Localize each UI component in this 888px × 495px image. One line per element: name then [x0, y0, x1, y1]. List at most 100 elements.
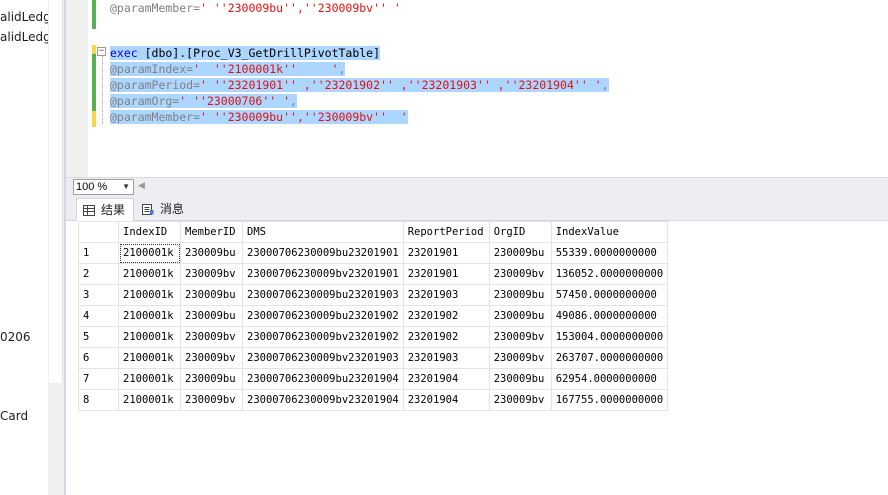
code-line[interactable]: @paramMember=' ''230009bu'',''230009bv''… [110, 0, 401, 16]
grid-cell[interactable]: 230009bu [180, 242, 243, 264]
grid-cell[interactable]: 23000706230009bu23201904 [242, 368, 404, 390]
object-explorer-scroll-thumb[interactable] [49, 0, 63, 383]
grid-cell[interactable]: 2100001k [118, 347, 181, 369]
grid-cell[interactable]: 55339.0000000000 [550, 242, 669, 264]
grid-cell[interactable]: 2100001k [118, 242, 181, 264]
object-explorer-item[interactable]: alidLedg [0, 10, 48, 24]
code-token: , [338, 62, 346, 76]
code-line[interactable]: exec [dbo].[Proc_V3_GetDrillPivotTable] [110, 45, 381, 61]
grid-cell[interactable]: 263707.0000000000 [550, 347, 669, 369]
grid-cell[interactable]: 230009bv [488, 263, 552, 285]
editor-status-bar: 100 % ▼ ◀ [66, 177, 888, 195]
results-tabs: 结果 消息 [66, 195, 888, 221]
grid-cell[interactable]: 2100001k [118, 389, 181, 411]
grid-cell[interactable]: 230009bv [488, 347, 552, 369]
row-number[interactable]: 2 [78, 263, 119, 285]
table-row[interactable]: 5 2100001k 230009bv 23000706230009bv2320190… [78, 326, 669, 348]
collapse-outline-icon[interactable]: − [97, 47, 106, 56]
grid-cell[interactable]: 62954.0000000000 [550, 368, 669, 390]
scroll-left-icon[interactable]: ◀ [138, 180, 145, 191]
editor-gutter [66, 0, 88, 177]
grid-cell[interactable]: 2100001k [118, 284, 181, 306]
table-row[interactable]: 7 2100001k 230009bu 23000706230009bu2320190… [78, 368, 669, 390]
table-row[interactable]: 4 2100001k 230009bu 23000706230009bu2320190… [78, 305, 669, 327]
grid-cell[interactable]: 230009bu [488, 368, 552, 390]
table-row[interactable]: 3 2100001k 230009bu 23000706230009bu2320190… [78, 284, 669, 306]
grid-cell[interactable]: 23201904 [402, 368, 490, 390]
grid-cell[interactable]: 23201901 [402, 242, 490, 264]
grid-cell[interactable]: 2100001k [118, 305, 181, 327]
object-explorer-item[interactable]: alidLedg [0, 30, 48, 44]
column-header[interactable]: OrgID [488, 221, 552, 243]
row-number[interactable]: 4 [78, 305, 119, 327]
grid-cell[interactable]: 23000706230009bv23201903 [242, 347, 404, 369]
grid-cell[interactable]: 167755.0000000000 [550, 389, 669, 411]
row-number[interactable]: 8 [78, 389, 119, 411]
object-explorer-item[interactable]: Card [0, 409, 28, 423]
grid-cell[interactable]: 230009bu [488, 242, 552, 264]
row-number[interactable]: 3 [78, 284, 119, 306]
grid-cell[interactable]: 2100001k [118, 326, 181, 348]
grid-cell[interactable]: 23201902 [402, 326, 490, 348]
code-token: @paramOrg= [110, 94, 180, 108]
column-header[interactable]: ReportPeriod [402, 221, 490, 243]
grid-cell[interactable]: 2100001k [118, 368, 181, 390]
tab-messages[interactable]: 消息 [138, 198, 194, 221]
grid-cell[interactable]: 23000706230009bu23201903 [242, 284, 404, 306]
grid-cell[interactable]: 230009bv [180, 326, 243, 348]
row-number[interactable]: 5 [78, 326, 119, 348]
column-header[interactable] [78, 221, 119, 243]
grid-cell[interactable]: 23000706230009bv23201902 [242, 326, 404, 348]
table-row[interactable]: 1 2100001k 230009bu 23000706230009bu2320190… [78, 242, 669, 264]
results-grid[interactable]: IndexID MemberID DMS ReportPeriod OrgID Index… [78, 221, 669, 411]
row-number[interactable]: 6 [78, 347, 119, 369]
column-header[interactable]: DMS [242, 221, 404, 243]
grid-cell[interactable]: 23000706230009bu23201902 [242, 305, 404, 327]
grid-cell[interactable]: 23000706230009bv23201904 [242, 389, 404, 411]
grid-cell[interactable]: 23000706230009bv23201901 [242, 263, 404, 285]
grid-cell[interactable]: 23201902 [402, 305, 490, 327]
grid-cell[interactable]: 230009bu [180, 305, 243, 327]
grid-cell[interactable]: 23201903 [402, 347, 490, 369]
grid-cell[interactable]: 230009bu [488, 305, 552, 327]
tab-results[interactable]: 结果 [76, 198, 134, 221]
code-line[interactable]: @paramOrg=' ''23000706'' ', [110, 93, 297, 109]
code-line[interactable]: @paramIndex=' ''2100001k'' ', [110, 61, 346, 77]
grid-cell[interactable]: 136052.0000000000 [550, 263, 669, 285]
column-header[interactable]: IndexValue [550, 221, 669, 243]
row-number[interactable]: 1 [78, 242, 119, 264]
grid-cell[interactable]: 230009bv [488, 389, 552, 411]
grid-cell[interactable]: 230009bu [180, 284, 243, 306]
row-number[interactable]: 7 [78, 368, 119, 390]
query-editor[interactable]: − @paramMember=' ''230009bu'',''230009bv… [66, 0, 888, 177]
grid-cell[interactable]: 23201903 [402, 284, 490, 306]
grid-cell[interactable]: 23201904 [402, 389, 490, 411]
grid-cell[interactable]: 230009bu [180, 368, 243, 390]
grid-cell[interactable]: 2100001k [118, 263, 181, 285]
grid-cell[interactable]: 230009bv [180, 263, 243, 285]
zoom-select[interactable]: 100 % ▼ [73, 179, 134, 195]
table-row[interactable]: 2 2100001k 230009bv 23000706230009bv2320190… [78, 263, 669, 285]
code-token: [dbo].[Proc_V3_GetDrillPivotTable] [137, 46, 381, 60]
grid-cell[interactable]: 49086.0000000000 [550, 305, 669, 327]
code-token: , [601, 78, 609, 92]
grid-cell[interactable]: 230009bu [488, 284, 552, 306]
table-row[interactable]: 6 2100001k 230009bv 23000706230009bv2320190… [78, 347, 669, 369]
grid-cell[interactable]: 153004.0000000000 [550, 326, 669, 348]
object-explorer-item[interactable]: 0206 [0, 330, 31, 344]
grid-cell[interactable]: 23201901 [402, 263, 490, 285]
tab-results-label: 结果 [101, 203, 126, 217]
column-header[interactable]: IndexID [118, 221, 181, 243]
column-header[interactable]: MemberID [180, 221, 243, 243]
code-line[interactable]: @paramPeriod=' ''23201901'' ,''23201902'… [110, 77, 609, 93]
grid-cell[interactable]: 230009bv [180, 347, 243, 369]
table-row[interactable]: 8 2100001k 230009bv 23000706230009bv2320190… [78, 389, 669, 411]
grid-cell[interactable]: 23000706230009bu23201901 [242, 242, 404, 264]
grid-cell[interactable]: 57450.0000000000 [550, 284, 669, 306]
code-token: , [290, 94, 297, 108]
grid-header-row: IndexID MemberID DMS ReportPeriod OrgID Index… [78, 221, 669, 243]
grid-cell[interactable]: 230009bv [180, 389, 243, 411]
change-marker [92, 0, 96, 29]
grid-cell[interactable]: 230009bv [488, 326, 552, 348]
code-line[interactable]: @paramMember=' ''230009bu'',''230009bv''… [110, 109, 408, 125]
